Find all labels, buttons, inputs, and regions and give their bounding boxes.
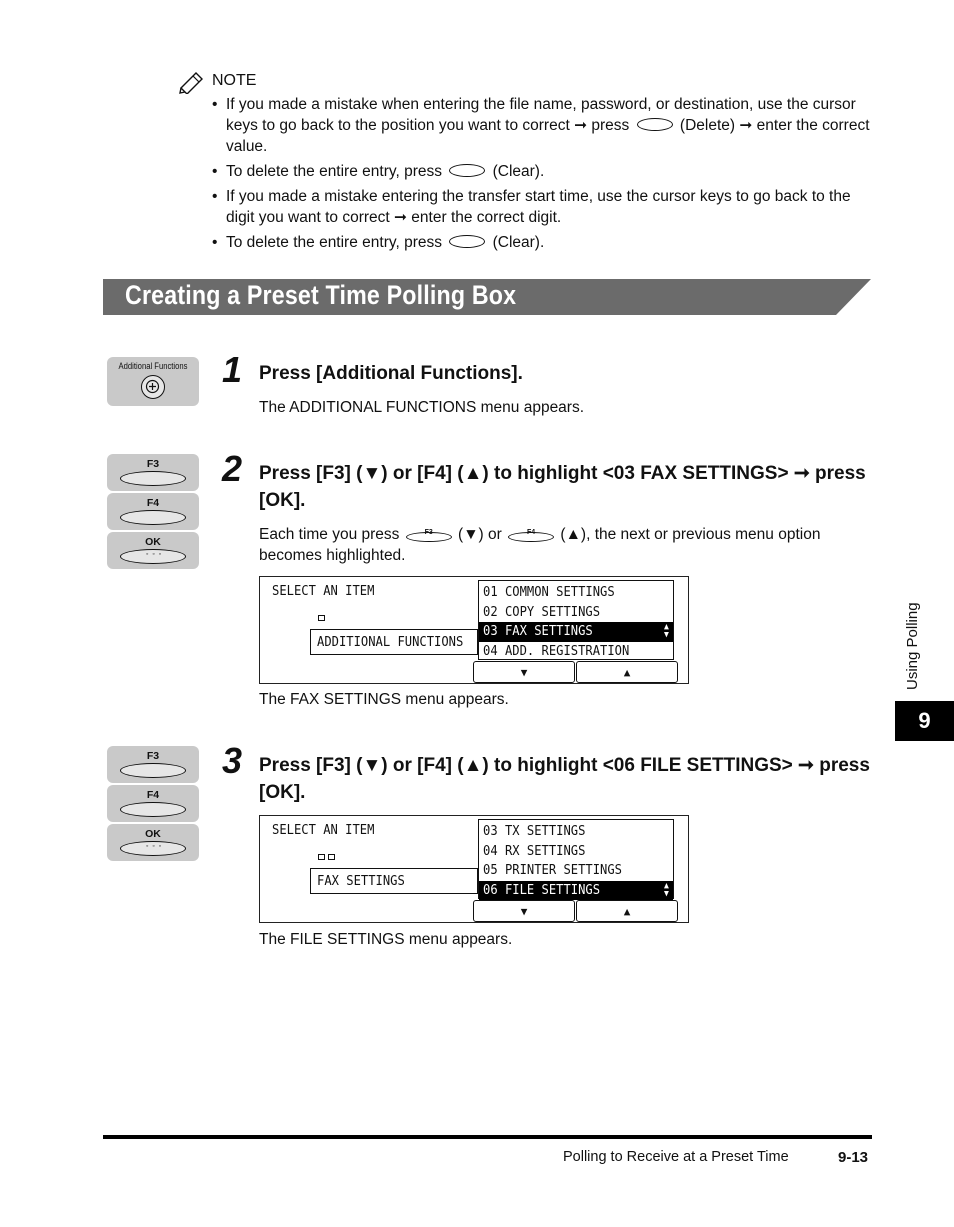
lcd-current-menu: ADDITIONAL FUNCTIONS [310,629,478,655]
f3-key-icon [120,471,186,486]
f3-key-label: F3 [146,458,160,470]
lcd-menu-item[interactable]: 04 ADD. REGISTRATION [479,642,673,662]
lcd-up-button[interactable]: ▲ [576,900,678,922]
lcd-current-menu: FAX SETTINGS [310,868,478,894]
additional-functions-label: Additional Functions [118,361,188,371]
chapter-tab-label: Using Polling [904,602,921,690]
f3-key-icon: F3 [404,526,454,544]
lcd-menu-item-selected[interactable]: 06 FILE SETTINGS ▲ ▼ [479,880,673,900]
step-result: The FILE SETTINGS menu appears. [259,931,513,948]
lcd-down-button[interactable]: ▼ [473,661,575,683]
step-title: Press [F3] (▼) or [F4] (▲) to highlight … [259,755,870,803]
lcd-menu-list: 03 TX SETTINGS 04 RX SETTINGS 05 PRINTER… [478,819,674,900]
step-title: Press [F3] (▼) or [F4] (▲) to highlight … [259,463,866,511]
chapter-number-tab: 9 [895,701,954,741]
step-result: The ADDITIONAL FUNCTIONS menu appears. [259,399,585,416]
folder-icon [328,854,335,860]
f4-key-icon: F4 [506,526,556,544]
lcd-screen: SELECT AN ITEM ADDITIONAL FUNCTIONS 01 C… [259,576,689,684]
delete-key-icon [636,118,673,131]
footer-rule [103,1135,872,1139]
lcd-menu-item[interactable]: 04 RX SETTINGS [479,842,673,862]
f4-key-panel: F4 [107,493,199,530]
lcd-menu-item[interactable]: 02 COPY SETTINGS [479,603,673,623]
lcd-heading: SELECT AN ITEM [272,822,375,838]
scroll-arrows-icon: ▲ ▼ [663,880,669,899]
lcd-menu-item[interactable]: 03 TX SETTINGS [479,822,673,842]
lcd-menu-item[interactable]: 05 PRINTER SETTINGS [479,861,673,881]
f4-key-label: F4 [146,497,160,509]
lcd-menu-list: 01 COMMON SETTINGS 02 COPY SETTINGS 03 F… [478,580,674,660]
note-item: If you made a mistake when entering the … [212,94,872,157]
lcd-menu-item-selected[interactable]: 03 FAX SETTINGS ▲ ▼ [479,622,673,642]
f4-key-icon [120,510,186,525]
lcd-heading: SELECT AN ITEM [272,583,375,599]
f3-key-icon [120,763,186,778]
step-number: 3 [222,740,243,781]
ok-key-panel: OK ◦ ◦ ◦ [107,824,199,861]
pencil-note-icon [179,72,203,94]
clear-key-icon [449,164,486,177]
f4-key-panel: F4 [107,785,199,822]
lcd-menu-item[interactable]: 01 COMMON SETTINGS [479,583,673,603]
page-number: 9-13 [838,1149,869,1166]
f3-key-label: F3 [146,750,160,762]
note-item: To delete the entire entry, press (Clear… [212,161,872,182]
ok-key-label: OK [145,828,161,840]
f3-key-panel: F3 [107,746,199,783]
note-item: To delete the entire entry, press (Clear… [212,232,872,253]
footer-section-title: Polling to Receive at a Preset Time [563,1149,789,1165]
note-item: If you made a mistake entering the trans… [212,186,872,228]
f3-key-panel: F3 [107,454,199,491]
clear-key-icon [449,235,486,248]
step-description: Each time you press F3 (▼) or F4 (▲), th… [259,526,821,564]
f4-key-label: F4 [146,789,160,801]
step-title: Press [Additional Functions]. [259,363,523,384]
ok-key-label: OK [145,536,161,548]
section-title: Creating a Preset Time Polling Box [125,280,517,310]
note-list: If you made a mistake when entering the … [212,94,872,257]
f4-key-icon [120,802,186,817]
note-title: NOTE [212,72,257,89]
ok-key-icon: ◦ ◦ ◦ [120,841,186,856]
folder-icon [318,854,325,860]
lcd-down-button[interactable]: ▼ [473,900,575,922]
folder-icon [318,615,325,621]
step-number: 2 [222,448,243,489]
ok-key-panel: OK ◦ ◦ ◦ [107,532,199,569]
lcd-up-button[interactable]: ▲ [576,661,678,683]
additional-functions-button-icon [141,375,165,399]
lcd-screen: SELECT AN ITEM FAX SETTINGS 03 TX SETTIN… [259,815,689,923]
step-number: 1 [222,349,243,390]
ok-key-icon: ◦ ◦ ◦ [120,549,186,564]
scroll-arrows-icon: ▲ ▼ [663,622,669,640]
step-result: The FAX SETTINGS menu appears. [259,691,509,708]
